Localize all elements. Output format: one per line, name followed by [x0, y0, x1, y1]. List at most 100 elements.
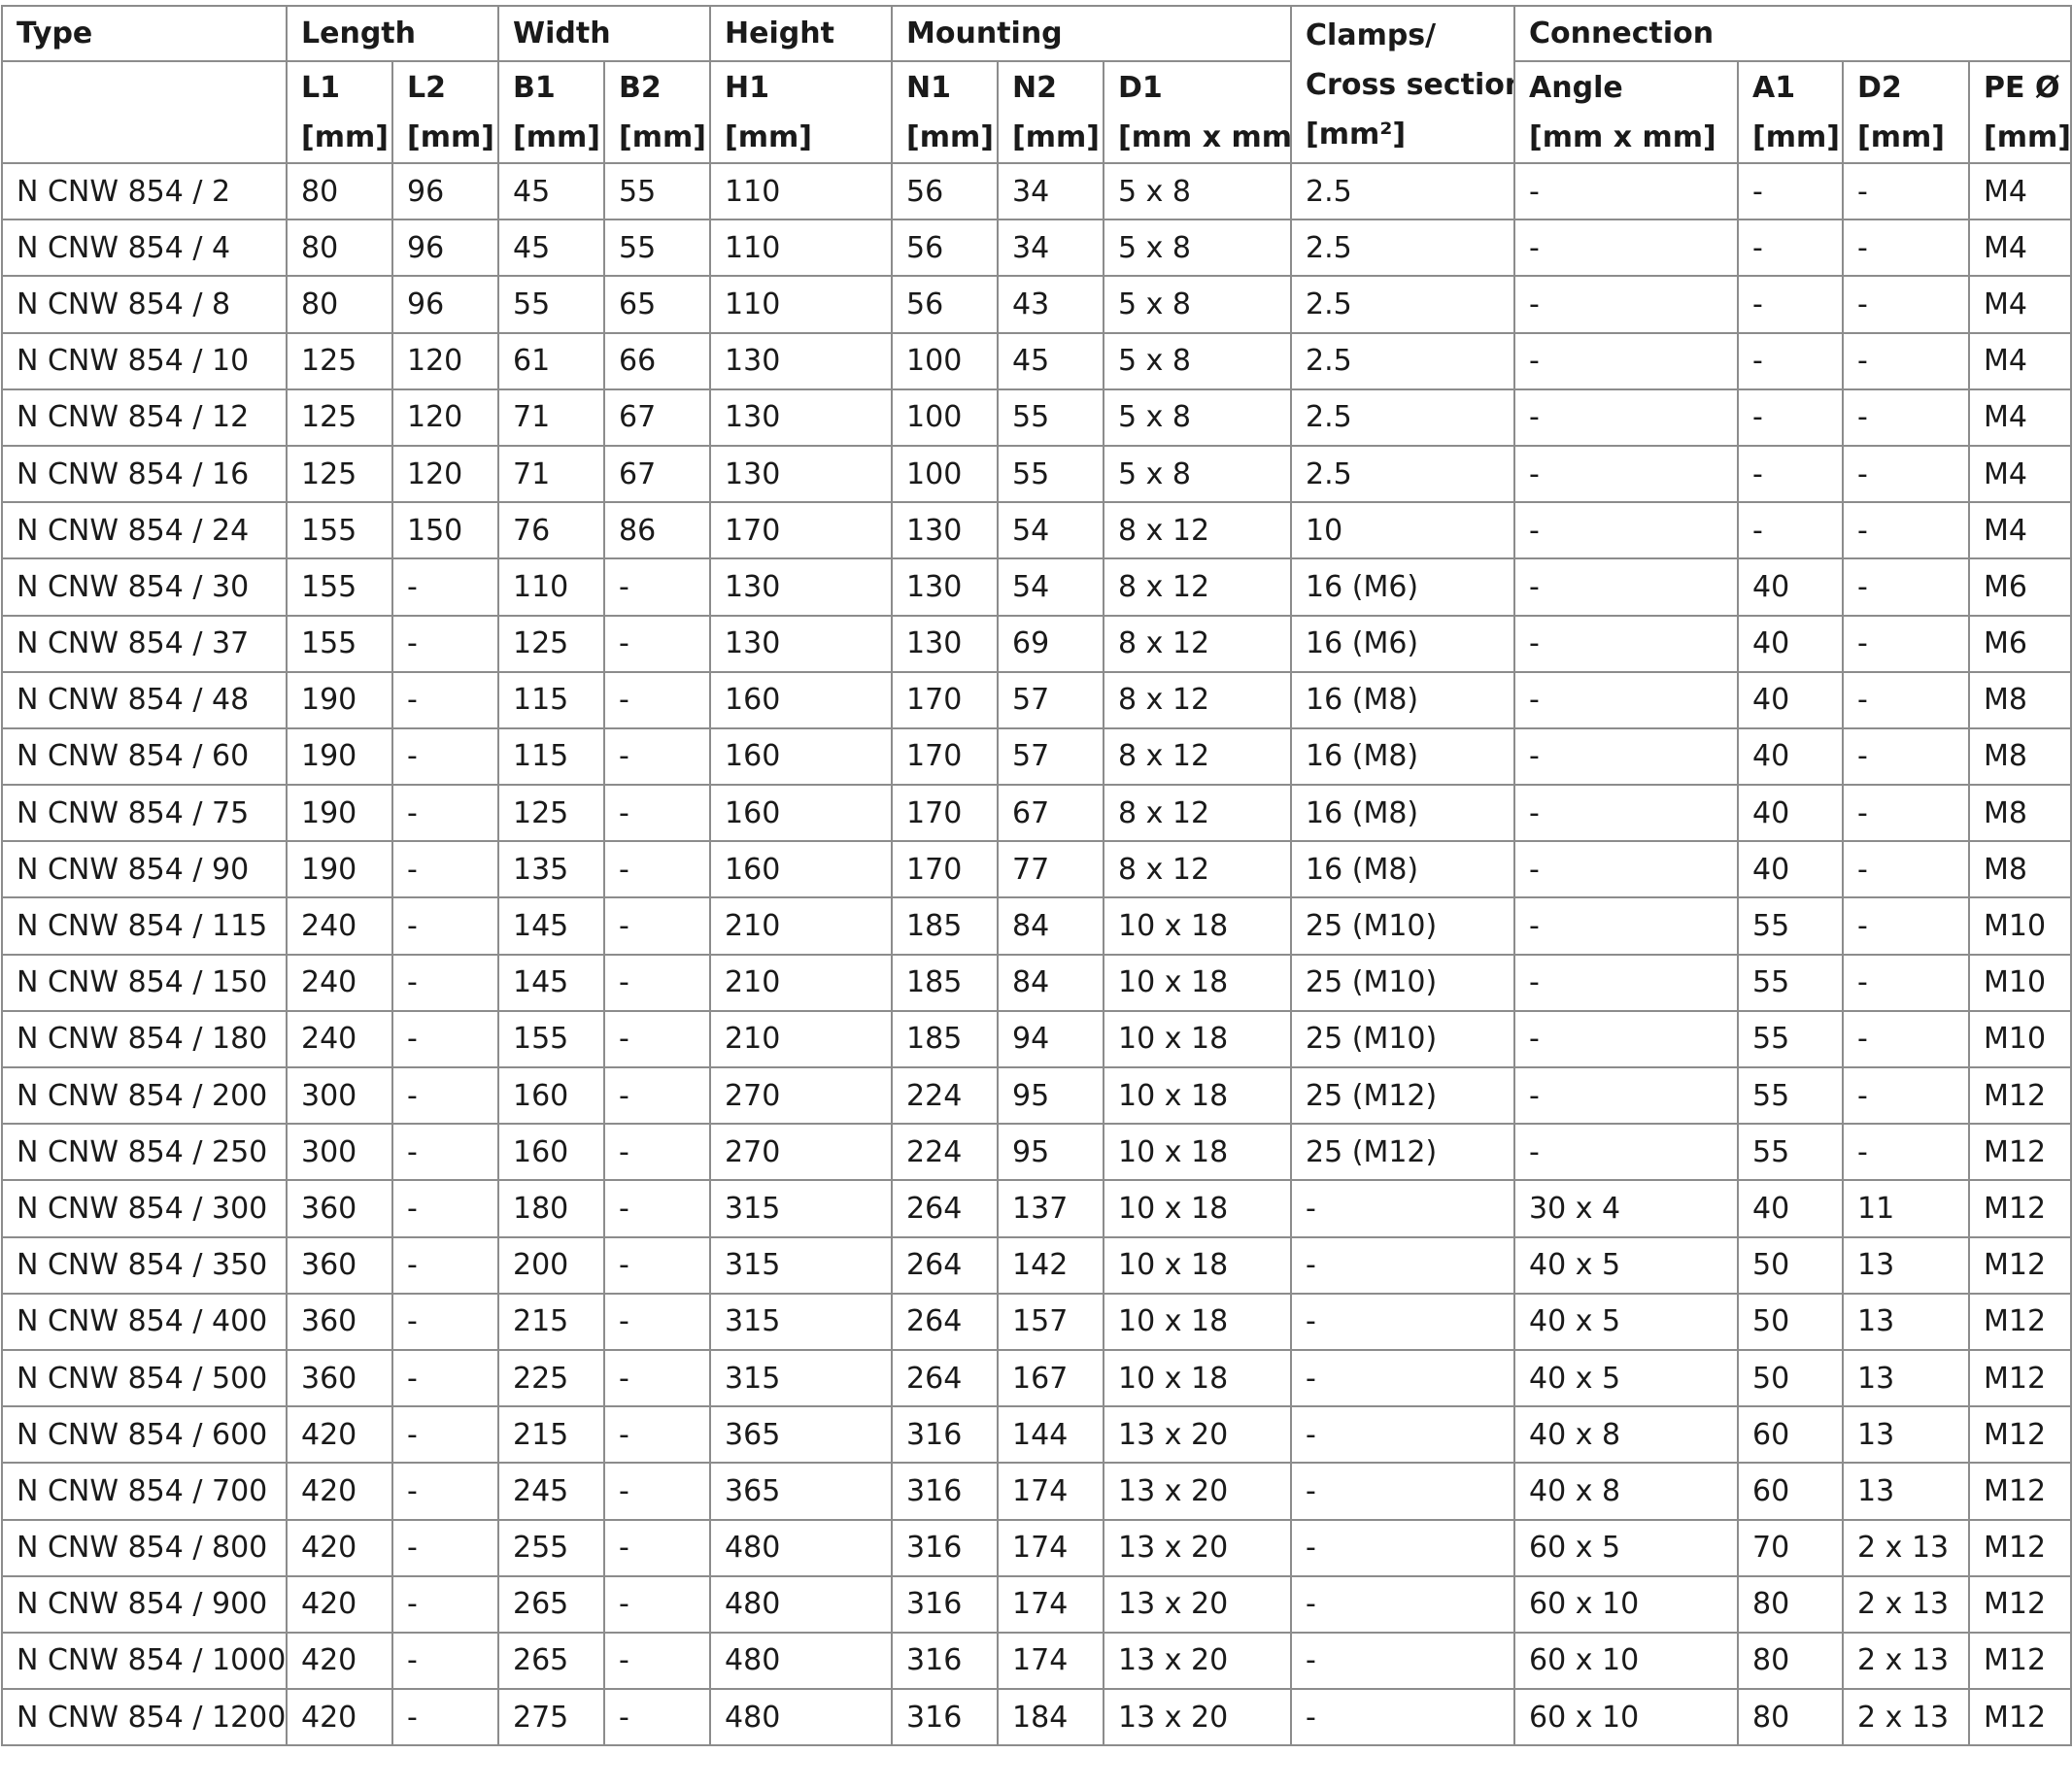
- cell-l1: 420: [286, 1631, 393, 1691]
- cell-l1: 300: [286, 1123, 393, 1182]
- cell-a1: 40: [1737, 726, 1845, 787]
- cell-clamps: -: [1290, 1574, 1516, 1634]
- subheader-angle: Angle [mm x mm]: [1513, 60, 1740, 164]
- table-row: N CNW 854 / 900 420-265-480 316 174 13 x 20-…: [1, 1574, 2072, 1634]
- cell-a1: 80: [1737, 1574, 1845, 1634]
- cell-d2: -: [1842, 557, 1971, 617]
- cell-a1: 50: [1737, 1292, 1845, 1351]
- cell-b2: 65: [602, 275, 712, 334]
- clamps-header-unit: [mm²]: [1306, 117, 1407, 152]
- cell-n2: 174: [997, 1518, 1105, 1577]
- cell-pe: M4: [1968, 388, 2072, 447]
- cell-angle: -: [1513, 953, 1740, 1012]
- cell-type: N CNW 854 / 115: [1, 896, 288, 956]
- cell-b1: 160: [497, 1123, 605, 1182]
- cell-a1: 60: [1737, 1462, 1845, 1521]
- cell-l2: -: [391, 1179, 499, 1238]
- cell-n2: 142: [997, 1235, 1105, 1295]
- cell-type: N CNW 854 / 1000: [1, 1631, 288, 1691]
- cell-clamps: 2.5: [1290, 388, 1516, 447]
- cell-clamps: 25 (M12): [1290, 1123, 1516, 1182]
- connection-header: Connection: [1513, 5, 2072, 62]
- cell-d2: 2 x 13: [1842, 1518, 1971, 1577]
- cell-pe: M10: [1968, 953, 2072, 1012]
- cell-type: N CNW 854 / 400: [1, 1292, 288, 1351]
- table-row: N CNW 854 / 30 155-110-130 130 54 8 x 12 16 (…: [1, 557, 2072, 617]
- cell-b2: -: [602, 614, 712, 673]
- cell-h1: 130: [709, 444, 894, 504]
- subheader-unit: [mm]: [619, 119, 706, 154]
- cell-b2: -: [602, 1123, 712, 1182]
- cell-l2: -: [391, 614, 499, 673]
- cell-n2: 174: [997, 1631, 1105, 1691]
- table-row: N CNW 854 / 800 420-255-480 316 174 13 x 20-…: [1, 1518, 2072, 1577]
- cell-b1: 115: [497, 670, 605, 729]
- cell-a1: 60: [1737, 1405, 1845, 1465]
- cell-angle: -: [1513, 1009, 1740, 1069]
- cell-type: N CNW 854 / 180: [1, 1009, 288, 1069]
- cell-pe: M12: [1968, 1405, 2072, 1465]
- cell-n1: 100: [891, 331, 1000, 390]
- cell-b1: 55: [497, 275, 605, 334]
- subheader-name: L2: [407, 70, 446, 105]
- cell-b1: 45: [497, 219, 605, 278]
- cell-h1: 270: [709, 1123, 894, 1182]
- cell-b1: 155: [497, 1009, 605, 1069]
- cell-clamps: -: [1290, 1518, 1516, 1577]
- cell-a1: 40: [1737, 784, 1845, 843]
- cell-h1: 110: [709, 161, 894, 221]
- cell-l2: -: [391, 1574, 499, 1634]
- table-row: N CNW 854 / 8 80 96 55 65 110 56 43 5 x 8 2.5- - - M…: [1, 275, 2072, 334]
- cell-l2: -: [391, 1688, 499, 1747]
- cell-type: N CNW 854 / 350: [1, 1235, 288, 1295]
- cell-a1: 55: [1737, 1123, 1845, 1182]
- table-row: N CNW 854 / 2 80 96 45 55 110 56 34 5 x 8 2.5- - - M…: [1, 161, 2072, 221]
- cell-angle: -: [1513, 614, 1740, 673]
- cell-d2: -: [1842, 275, 1971, 334]
- cell-n1: 185: [891, 1009, 1000, 1069]
- cell-d1: 5 x 8: [1103, 331, 1293, 390]
- cell-pe: M8: [1968, 670, 2072, 729]
- cell-d2: 13: [1842, 1462, 1971, 1521]
- subheader-d1: D1 [mm x mm]: [1103, 60, 1293, 164]
- cell-n2: 167: [997, 1348, 1105, 1408]
- cell-pe: M4: [1968, 331, 2072, 390]
- cell-l1: 420: [286, 1518, 393, 1577]
- cell-d1: 10 x 18: [1103, 1123, 1293, 1182]
- cell-b2: -: [602, 953, 712, 1012]
- cell-l1: 240: [286, 953, 393, 1012]
- cell-n2: 69: [997, 614, 1105, 673]
- cell-d2: -: [1842, 331, 1971, 390]
- table-row: N CNW 854 / 1000 420-265-480 316 174 13 x 20…: [1, 1631, 2072, 1691]
- subheader-n1: N1 [mm]: [891, 60, 1000, 164]
- cell-l2: -: [391, 670, 499, 729]
- cell-b1: 125: [497, 614, 605, 673]
- cell-type: N CNW 854 / 900: [1, 1574, 288, 1634]
- cell-a1: 50: [1737, 1235, 1845, 1295]
- cell-clamps: -: [1290, 1348, 1516, 1408]
- table-row: N CNW 854 / 150 240-145-210 185 84 10 x 18 25…: [1, 953, 2072, 1012]
- cell-n2: 144: [997, 1405, 1105, 1465]
- cell-angle: -: [1513, 219, 1740, 278]
- cell-pe: M10: [1968, 896, 2072, 956]
- subheader-name: A1: [1752, 70, 1796, 105]
- cell-n1: 316: [891, 1688, 1000, 1747]
- cell-n1: 224: [891, 1123, 1000, 1182]
- cell-d2: -: [1842, 1009, 1971, 1069]
- cell-pe: M4: [1968, 275, 2072, 334]
- width-header: Width: [496, 5, 712, 62]
- cell-l2: 150: [391, 501, 499, 560]
- cell-h1: 130: [709, 388, 894, 447]
- cell-h1: 110: [709, 219, 894, 278]
- cell-d2: -: [1842, 444, 1971, 504]
- cell-b1: 215: [497, 1292, 605, 1351]
- cell-angle: 60 x 10: [1513, 1574, 1740, 1634]
- cell-clamps: 16 (M6): [1290, 614, 1516, 673]
- cell-h1: 110: [709, 275, 894, 334]
- cell-pe: M4: [1968, 161, 2072, 221]
- cell-clamps: 10: [1290, 501, 1516, 560]
- cell-n2: 84: [997, 953, 1105, 1012]
- type-subheader-blank: [1, 60, 288, 164]
- cell-n2: 54: [997, 557, 1105, 617]
- cell-n2: 174: [997, 1462, 1105, 1521]
